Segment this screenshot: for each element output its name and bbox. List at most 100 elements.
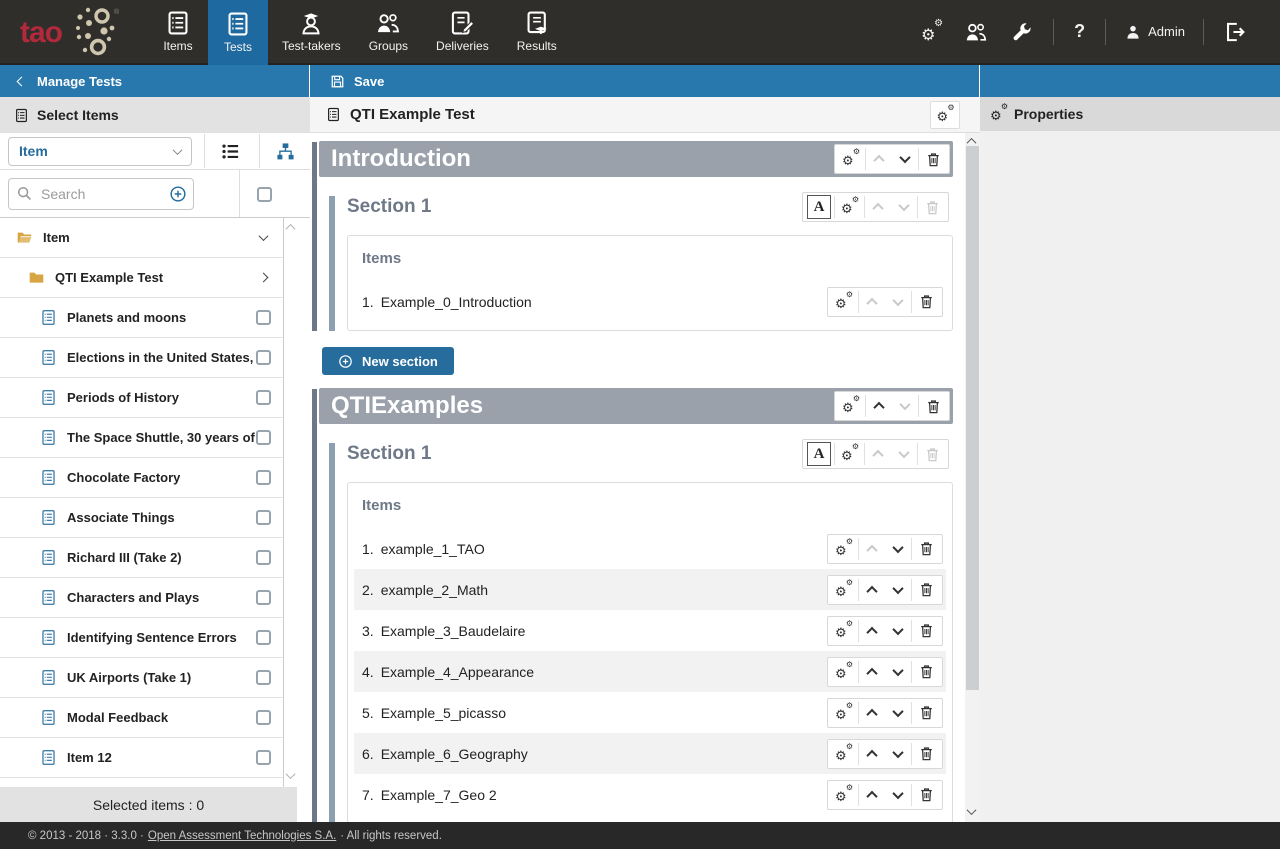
part-header-bar[interactable]: QTIExamples ⚙⚙ [319,388,953,424]
move-down-button[interactable] [891,193,917,221]
item-settings-button[interactable]: ⚙⚙ [829,658,858,686]
tree-item[interactable]: Characters and Plays [0,578,283,618]
vertical-scrollbar[interactable] [965,133,980,822]
item-row[interactable]: 2. example_2_Math ⚙⚙ [354,569,946,610]
scroll-down-icon[interactable] [967,805,977,815]
item-checkbox[interactable] [256,550,271,565]
tree-item[interactable]: The Space Shuttle, 30 years of a... [0,418,283,458]
section-drag-handle[interactable] [329,196,335,331]
logout-icon[interactable] [1223,20,1247,44]
tab-items[interactable]: Items [148,0,208,63]
tree-folder-qti-example-test[interactable]: QTI Example Test [0,258,283,298]
tree-item[interactable]: UK Airports (Take 1) [0,658,283,698]
delete-item-button[interactable] [912,658,941,686]
part-settings-button[interactable]: ⚙⚙ [836,392,865,420]
move-down-button[interactable] [885,781,911,809]
part-drag-handle[interactable] [312,142,317,331]
tab-deliveries[interactable]: Deliveries [422,0,503,63]
part-drag-handle[interactable] [312,389,317,822]
move-down-button[interactable] [885,617,911,645]
move-down-button[interactable] [885,535,911,563]
item-checkbox[interactable] [256,510,271,525]
help-button[interactable]: ? [1062,21,1097,42]
item-checkbox[interactable] [256,590,271,605]
item-settings-button[interactable]: ⚙⚙ [829,617,858,645]
item-row[interactable]: 1. Example_0_Introduction ⚙⚙ [354,281,946,322]
delete-item-button[interactable] [912,535,941,563]
tao-logo[interactable]: tao ® [0,0,148,63]
item-checkbox[interactable] [256,630,271,645]
item-checkbox[interactable] [256,670,271,685]
search-input[interactable] [8,178,194,210]
select-all-checkbox[interactable] [257,187,272,202]
move-down-button[interactable] [892,145,918,173]
tree-item[interactable]: Item 12 [0,738,283,778]
section-settings-button[interactable]: ⚙⚙ [835,193,864,221]
delete-item-button[interactable] [912,288,941,316]
user-management-icon[interactable] [964,20,988,44]
move-up-button[interactable] [859,576,885,604]
item-checkbox[interactable] [256,750,271,765]
delete-section-button[interactable] [918,440,947,468]
oat-link[interactable]: Open Assessment Technologies S.A. [148,830,336,842]
tree-item[interactable]: Elections in the United States, 2... [0,338,283,378]
tab-test-takers[interactable]: Test-takers [268,0,355,63]
item-row[interactable]: 7. Example_7_Geo 2 ⚙⚙ [354,774,946,815]
move-up-button[interactable] [859,617,885,645]
tree-folder-item-root[interactable]: Item [0,218,283,258]
item-settings-button[interactable]: ⚙⚙ [829,781,858,809]
move-up-button[interactable] [865,193,891,221]
save-button[interactable]: Save [330,74,384,89]
tools-wrench-icon[interactable] [1010,20,1034,44]
item-row[interactable]: 6. Example_6_Geography ⚙⚙ [354,733,946,774]
user-account-button[interactable]: Admin [1114,23,1195,41]
tree-item[interactable]: Periods of History [0,378,283,418]
item-settings-button[interactable]: ⚙⚙ [829,699,858,727]
delete-section-button[interactable] [918,193,947,221]
rubric-block-button[interactable]: A [807,442,831,466]
tree-item[interactable]: Associate Things [0,498,283,538]
tree-item[interactable]: Identifying Sentence Errors [0,618,283,658]
move-up-button[interactable] [859,535,885,563]
resource-type-select[interactable]: Item [8,137,192,166]
section-settings-button[interactable]: ⚙⚙ [835,440,864,468]
item-settings-button[interactable]: ⚙⚙ [829,740,858,768]
move-down-button[interactable] [885,740,911,768]
move-up-button[interactable] [866,392,892,420]
new-section-button[interactable]: New section [322,347,454,375]
back-to-manage-tests[interactable]: Manage Tests [0,65,310,97]
delete-item-button[interactable] [912,740,941,768]
delete-part-button[interactable] [919,392,948,420]
item-settings-button[interactable]: ⚙⚙ [829,288,858,316]
delete-part-button[interactable] [919,145,948,173]
tab-tests[interactable]: Tests [208,0,268,65]
item-checkbox[interactable] [256,390,271,405]
delete-item-button[interactable] [912,576,941,604]
move-down-button[interactable] [885,699,911,727]
move-up-button[interactable] [859,288,885,316]
move-up-button[interactable] [859,699,885,727]
delete-item-button[interactable] [912,699,941,727]
tree-scroll-up-icon[interactable] [286,224,296,234]
delete-item-button[interactable] [912,781,941,809]
tab-results[interactable]: Results [503,0,571,63]
move-down-button[interactable] [885,658,911,686]
rubric-block-button[interactable]: A [807,195,831,219]
plus-circle-icon[interactable] [169,185,187,203]
tab-groups[interactable]: Groups [355,0,422,63]
move-up-button[interactable] [859,781,885,809]
part-settings-button[interactable]: ⚙⚙ [836,145,865,173]
item-row[interactable]: 5. Example_5_picasso ⚙⚙ [354,692,946,733]
item-checkbox[interactable] [256,350,271,365]
test-settings-button[interactable]: ⚙⚙ [930,101,960,129]
move-down-button[interactable] [885,288,911,316]
item-checkbox[interactable] [256,310,271,325]
settings-gears-icon[interactable]: ⚙⚙ [921,22,942,42]
item-row[interactable]: 4. Example_4_Appearance ⚙⚙ [354,651,946,692]
move-down-button[interactable] [885,576,911,604]
move-down-button[interactable] [891,440,917,468]
tree-view-button[interactable] [268,136,302,166]
section-drag-handle[interactable] [329,443,335,822]
item-checkbox[interactable] [256,470,271,485]
tree-scroll-down-icon[interactable] [286,769,296,779]
